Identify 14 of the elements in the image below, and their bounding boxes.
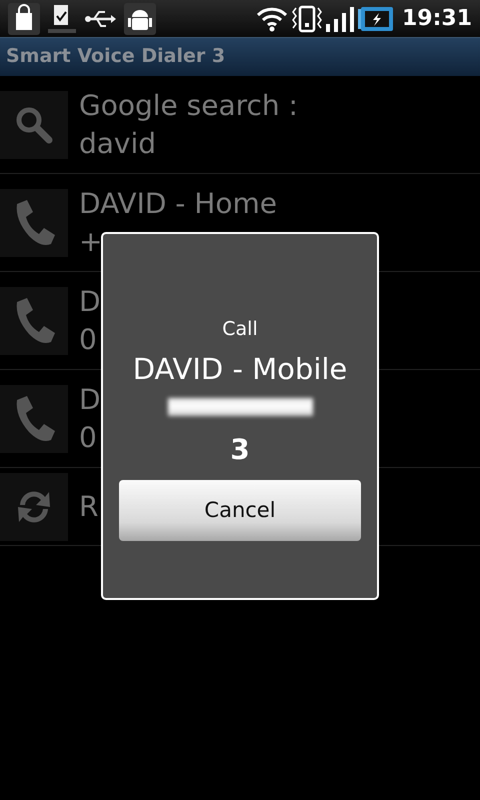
result-title: D (78, 284, 101, 320)
result-title: Google search : (78, 88, 298, 124)
result-title: R (78, 488, 98, 524)
result-subtitle: 0 (78, 322, 98, 358)
countdown: 3 (229, 434, 251, 466)
result-title: D (78, 382, 101, 418)
result-subtitle: + (78, 224, 104, 260)
app-title: Smart Voice Dialer 3 (6, 45, 226, 67)
contact-name: DAVID - Mobile (132, 351, 348, 388)
result-subtitle: david (78, 126, 158, 162)
dialog-heading: Call (221, 317, 259, 342)
result-title: DAVID - Home (78, 186, 277, 222)
result-subtitle: 0 (78, 420, 98, 456)
clock: 19:31 (402, 5, 472, 33)
